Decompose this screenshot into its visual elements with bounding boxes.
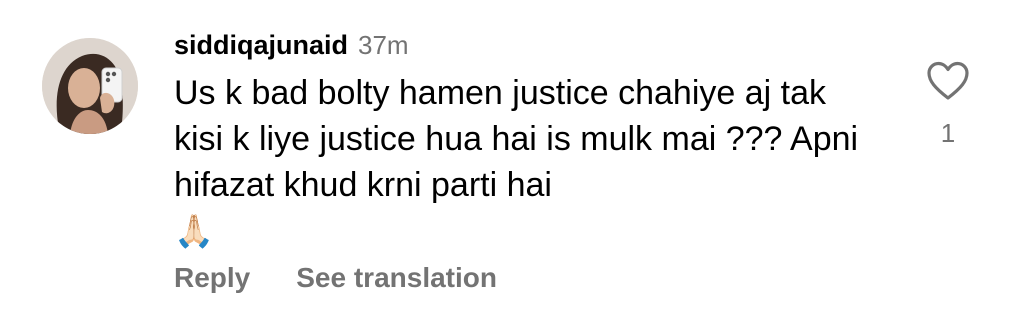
comment-header: siddiqajunaid 37m [174, 30, 894, 66]
comment-text: Us k bad bolty hamen justice chahiye aj … [174, 74, 859, 204]
like-button[interactable] [925, 60, 971, 102]
heart-outline-icon [927, 61, 969, 100]
avatar[interactable] [42, 38, 138, 134]
profile-photo [42, 38, 138, 134]
comment-content: siddiqajunaid 37m Us k bad bolty hamen j… [174, 30, 894, 254]
username-link[interactable]: siddiqajunaid [174, 30, 348, 61]
comment-item: siddiqajunaid 37m Us k bad bolty hamen j… [0, 0, 1024, 323]
comment-timestamp: 37m [358, 30, 409, 60]
reply-button[interactable]: Reply [174, 262, 250, 294]
see-translation-button[interactable]: See translation [296, 262, 497, 294]
comment-actions: Reply See translation [174, 262, 497, 294]
praying-hands-emoji: 🙏🏻 [174, 213, 214, 249]
comment-emoji-line: 🙏🏻 [174, 208, 894, 254]
like-section: 1 [924, 60, 972, 149]
like-count: 1 [940, 118, 956, 148]
